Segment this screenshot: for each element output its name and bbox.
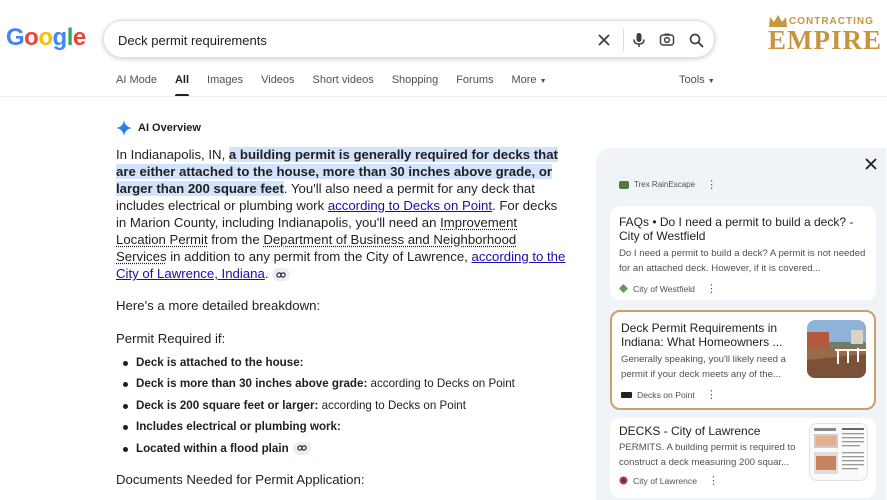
caret-down-icon: ▼ (539, 78, 547, 85)
card-title: FAQs • Do I need a permit to build a dec… (619, 215, 854, 243)
source-row-trex[interactable]: Trex RainEscape ⋮ (619, 178, 717, 191)
close-icon (865, 158, 877, 170)
westfield-favicon (619, 284, 628, 293)
logo-letter: o (38, 24, 53, 51)
header-divider (0, 96, 887, 97)
bullet-rest: according to Decks on Point (367, 377, 515, 391)
source-card-westfield[interactable]: FAQs • Do I need a permit to build a dec… (610, 206, 876, 300)
permit-required-heading: Permit Required if: (116, 331, 226, 346)
search-input[interactable] (118, 30, 578, 50)
more-vert-icon[interactable]: ⋮ (708, 474, 719, 487)
card-snippet: PERMITS. A building permit is required t… (619, 442, 796, 468)
ai-overview-paragraph: In Indianapolis, IN, a building permit i… (116, 146, 568, 282)
card-snippet: Do I need a permit to build a deck? A pe… (619, 248, 866, 274)
tab-more[interactable]: More ▼ (511, 74, 546, 98)
document-thumbnail (809, 423, 868, 481)
tab-more-label: More (511, 74, 537, 86)
camera-lens-icon[interactable] (657, 30, 677, 50)
bullet-bold: Located within a flood plain (136, 441, 289, 455)
p1-text-e: in addition to any permit from the City … (166, 249, 472, 264)
close-panel-button[interactable] (862, 155, 880, 173)
link-icon (276, 271, 287, 278)
list-item: Includes electrical or plumbing work: (120, 418, 560, 439)
trex-favicon (619, 180, 629, 189)
link-chip[interactable] (272, 268, 291, 282)
source-card-decks-on-point[interactable]: Deck Permit Requirements in Indiana: Wha… (610, 310, 876, 410)
card-source-name: City of Westfield (633, 283, 695, 294)
more-vert-icon[interactable]: ⋮ (706, 282, 717, 295)
tools-button[interactable]: Tools ▼ (679, 74, 715, 86)
link-decks-on-point[interactable]: according to Decks on Point (328, 198, 492, 213)
tab-ai-mode[interactable]: AI Mode (116, 74, 157, 98)
logo-letter: e (72, 24, 86, 51)
lawrence-favicon (619, 476, 628, 485)
card-title: DECKS - City of Lawrence (619, 424, 761, 438)
brand-line2: EMPIRE (768, 25, 882, 55)
decks-on-point-favicon (621, 391, 632, 398)
search-box (103, 20, 715, 58)
tab-videos[interactable]: Videos (261, 74, 294, 98)
google-logo[interactable]: Google (6, 24, 86, 52)
list-item: Deck is more than 30 inches above grade:… (120, 375, 560, 396)
bullet-rest: according to Decks on Point (318, 398, 466, 412)
link-chip[interactable] (292, 442, 311, 455)
logo-letter: o (24, 24, 39, 51)
card-snippet: Generally speaking, you'll likely need a… (621, 354, 787, 380)
card-source: City of Lawrence ⋮ (619, 474, 719, 487)
card-source: Decks on Point ⋮ (621, 388, 717, 401)
breakdown-intro: Here's a more detailed breakdown: (116, 298, 321, 313)
list-item: Deck is 200 square feet or larger: accor… (120, 397, 560, 418)
tab-shopping[interactable]: Shopping (392, 74, 439, 98)
tab-forums[interactable]: Forums (456, 74, 493, 98)
tab-images[interactable]: Images (207, 74, 243, 98)
ai-overview-header: AI Overview (116, 120, 201, 136)
list-item: Deck is attached to the house: (120, 354, 560, 375)
bullet-bold: Includes electrical or plumbing work: (136, 420, 341, 434)
contracting-empire-logo: CONTRACTING EMPIRE (766, 12, 881, 56)
trex-source-name: Trex RainEscape (634, 180, 696, 189)
source-card-lawrence[interactable]: DECKS - City of Lawrence PERMITS. A buil… (610, 418, 876, 498)
search-divider (623, 29, 624, 51)
search-results-page: Google CONTRACTING EMPIRE AI Mode All Im… (0, 0, 887, 500)
p1-text-a: In Indianapolis, IN, (116, 147, 229, 162)
tab-all[interactable]: All (174, 74, 190, 98)
bullet-bold: Deck is attached to the house: (136, 356, 304, 369)
clear-icon[interactable] (594, 30, 614, 50)
bullet-bold: Deck is more than 30 inches above grade: (136, 377, 368, 391)
list-item: Located within a flood plain (120, 440, 560, 461)
search-icon[interactable] (686, 30, 706, 50)
tab-short-videos[interactable]: Short videos (313, 74, 374, 98)
documents-heading: Documents Needed for Permit Application: (116, 472, 365, 487)
more-vert-icon[interactable]: ⋮ (706, 388, 717, 401)
permit-bullet-list: Deck is attached to the house: Deck is m… (120, 354, 560, 461)
logo-letter: g (52, 24, 68, 51)
bullet-bold: Deck is 200 square feet or larger: (136, 398, 319, 412)
more-vert-icon[interactable]: ⋮ (706, 178, 717, 191)
search-tabs: AI Mode All Images Videos Short videos S… (116, 74, 565, 98)
p1-text-f: . (264, 266, 269, 281)
card-source-name: City of Lawrence (633, 475, 698, 486)
link-icon (296, 445, 307, 451)
card-source: City of Westfield ⋮ (619, 282, 717, 295)
caret-down-icon: ▼ (707, 78, 715, 85)
gemini-sparkle-icon (116, 120, 132, 136)
card-source-name: Decks on Point (637, 389, 695, 400)
microphone-icon[interactable] (629, 30, 649, 50)
tools-label: Tools (679, 74, 705, 86)
deck-photo-thumbnail (807, 320, 866, 378)
logo-letter: G (6, 24, 25, 51)
ai-overview-label: AI Overview (138, 122, 201, 134)
card-title: Deck Permit Requirements in Indiana: Wha… (621, 321, 783, 349)
p1-text-d: from the (207, 232, 264, 247)
